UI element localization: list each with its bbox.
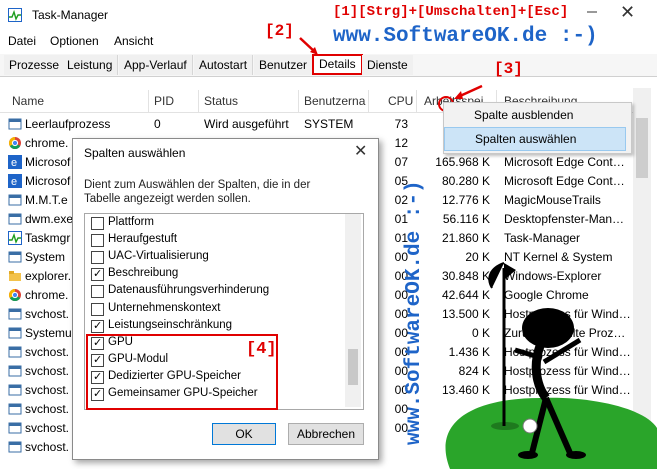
menu-item-select-columns[interactable]: Spalten auswählen <box>444 127 626 151</box>
column-divider[interactable] <box>148 90 149 112</box>
process-memory: 80.280 K <box>441 174 490 188</box>
ok-button[interactable]: OK <box>212 423 276 445</box>
svg-text:e: e <box>11 157 17 169</box>
taskmgr-icon <box>8 231 22 245</box>
column-checkbox-row[interactable]: Heraufgestuft <box>88 232 338 249</box>
annotation-3: [3] <box>494 60 523 78</box>
process-name: Leerlaufprozess <box>25 117 111 131</box>
column-divider[interactable] <box>416 90 417 112</box>
checkbox-label: UAC-Virtualisierung <box>108 250 209 262</box>
tab-dienste[interactable]: Dienste <box>362 55 413 75</box>
window-icon <box>8 365 22 377</box>
folder-icon <box>9 271 21 281</box>
window-icon <box>8 194 22 206</box>
edge-icon: e <box>8 155 22 169</box>
checkmark-icon: ✓ <box>93 268 103 280</box>
window-icon <box>8 251 22 263</box>
process-pid: 0 <box>154 117 161 131</box>
tab-prozesse[interactable]: Prozesse <box>4 55 66 75</box>
menu-datei[interactable]: Datei <box>8 34 36 48</box>
col-cpu[interactable]: CPU <box>388 94 413 108</box>
column-checkbox-row[interactable]: ✓ Leistungseinschränkung <box>88 318 338 335</box>
process-memory: 56.116 K <box>442 212 490 226</box>
tab-details[interactable]: Details <box>312 54 363 75</box>
process-status: Wird ausgeführt <box>204 117 289 131</box>
chrome-icon <box>8 137 21 150</box>
menu-item-hide-column[interactable]: Spalte ausblenden <box>444 104 629 126</box>
checkbox-unchecked[interactable] <box>91 303 104 316</box>
menu-optionen[interactable]: Optionen <box>50 34 99 48</box>
arrow-icon <box>299 37 318 55</box>
annotation-2: [2] <box>265 22 294 40</box>
list-scrollbar-thumb[interactable] <box>348 349 358 385</box>
process-user: SYSTEM <box>304 117 354 131</box>
column-checkbox-row[interactable]: UAC-Virtualisierung <box>88 249 338 266</box>
checkbox-label: Unternehmenskontext <box>108 302 221 314</box>
annotation-4: [4] <box>246 340 277 359</box>
tab-benutzer[interactable]: Benutzer <box>254 55 314 75</box>
col-name[interactable]: Name <box>12 94 44 108</box>
svg-text:e: e <box>11 176 17 188</box>
checkbox-unchecked[interactable] <box>91 234 104 247</box>
checkmark-icon: ✓ <box>93 320 103 332</box>
window-icon <box>8 327 22 339</box>
watermark-text: www.SoftwareOK.de :-) <box>333 25 598 48</box>
column-divider[interactable] <box>368 90 369 112</box>
task-manager-icon <box>8 8 22 22</box>
checkbox-label: Plattform <box>108 216 155 228</box>
edge-icon: e <box>8 174 22 188</box>
golfer-illustration <box>445 262 657 469</box>
menu-ansicht[interactable]: Ansicht <box>114 34 153 48</box>
process-memory: 165.968 K <box>435 155 490 169</box>
checkbox-checked[interactable]: ✓ <box>91 268 104 281</box>
window-icon <box>8 118 22 130</box>
window-icon <box>8 422 22 434</box>
column-divider[interactable] <box>198 90 199 112</box>
checkbox-label: Leistungseinschränkung <box>108 319 233 331</box>
minimize-button[interactable] <box>586 6 598 18</box>
process-cpu: 73 <box>394 117 408 131</box>
process-memory: 12.776 K <box>441 193 490 207</box>
dialog-title: Spalten auswählen <box>84 146 186 160</box>
window-title: Task-Manager <box>32 8 109 22</box>
col-status[interactable]: Status <box>204 94 238 108</box>
column-checkbox-row[interactable]: Datenausführungsverhinderung <box>88 283 338 300</box>
column-checkbox-row[interactable]: Unternehmenskontext <box>88 301 338 318</box>
window-icon <box>8 384 22 396</box>
checkbox-label: Datenausführungsverhinderung <box>108 284 270 296</box>
cancel-button[interactable]: Abbrechen <box>288 423 364 445</box>
checkbox-checked[interactable]: ✓ <box>91 320 104 333</box>
dialog-close-icon[interactable]: ✕ <box>354 141 367 161</box>
column-checkbox-row[interactable]: Plattform <box>88 215 338 232</box>
process-memory: 21.860 K <box>441 231 490 245</box>
process-description: Desktopfenster-Man… <box>504 212 625 226</box>
checkbox-unchecked[interactable] <box>91 217 104 230</box>
window-icon <box>8 213 22 225</box>
col-pid[interactable]: PID <box>154 94 174 108</box>
shortcut-annotation: [1][Strg]+[Umschalten]+[Esc] <box>333 4 569 20</box>
tab-autostart[interactable]: Autostart <box>194 55 254 75</box>
close-icon[interactable]: ✕ <box>620 2 635 23</box>
tab-app-verlauf[interactable]: App-Verlauf <box>119 55 193 75</box>
process-description: Microsoft Edge Cont… <box>504 174 625 188</box>
dialog-description: Dient zum Auswählen der Spalten, die in … <box>84 179 311 205</box>
scrollbar-thumb[interactable] <box>636 118 648 178</box>
col-user[interactable]: Benutzerna <box>304 94 365 108</box>
checkbox-label: Heraufgestuft <box>108 233 178 245</box>
checkbox-unchecked[interactable] <box>91 251 104 264</box>
window-icon <box>8 441 22 453</box>
checkbox-unchecked[interactable] <box>91 285 104 298</box>
process-description: Task-Manager <box>504 231 581 245</box>
checkbox-label: Beschreibung <box>108 267 179 279</box>
process-description: Microsoft Edge Cont… <box>504 155 625 169</box>
tab-leistung[interactable]: Leistung <box>62 55 119 75</box>
window-icon <box>8 308 22 320</box>
chrome-icon <box>8 289 21 302</box>
window-icon <box>8 403 22 415</box>
column-checkbox-row[interactable]: ✓ Beschreibung <box>88 266 338 283</box>
process-description: MagicMouseTrails <box>504 193 601 207</box>
column-divider[interactable] <box>298 90 299 112</box>
window-icon <box>8 346 22 358</box>
